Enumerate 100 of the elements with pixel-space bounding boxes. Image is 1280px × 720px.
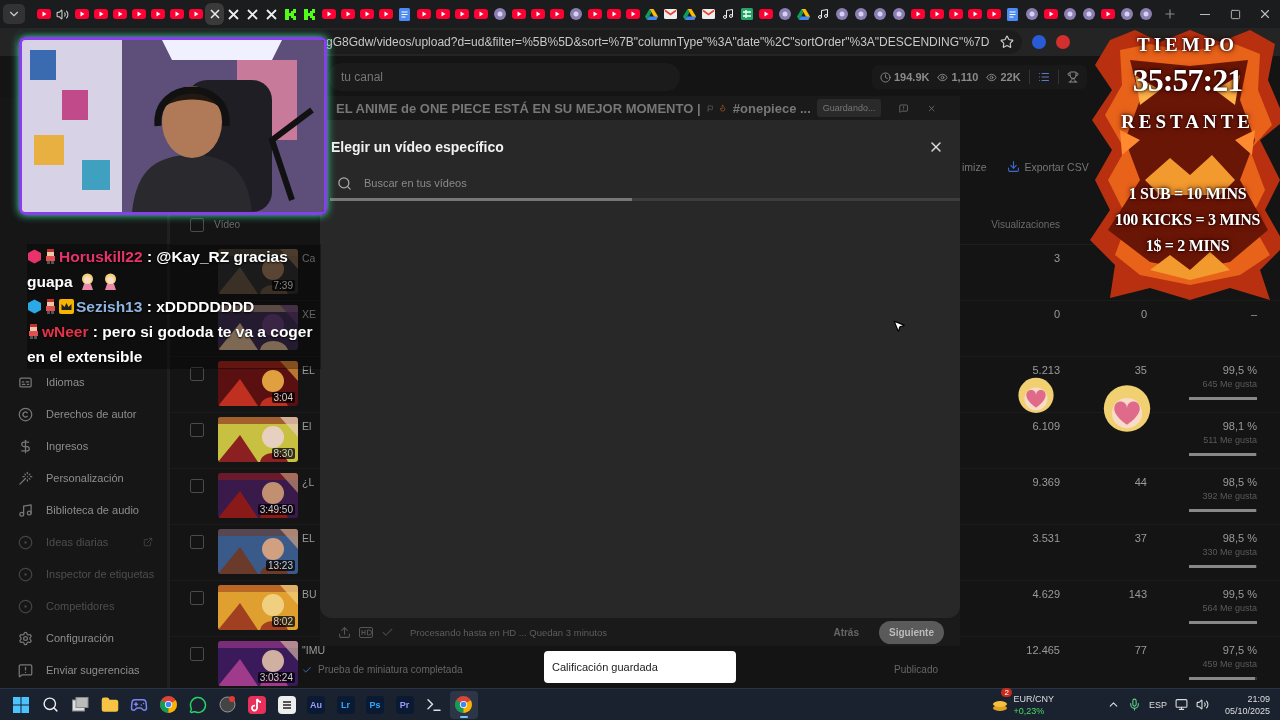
magic-wand-icon [18,470,33,486]
taskbar-button[interactable] [449,690,478,719]
circle-icon [18,598,33,614]
play-icon [1100,9,1115,19]
checkbox[interactable] [190,367,204,381]
circle-logo-icon [873,8,886,20]
task-view-icon [71,697,89,712]
comments-value: 35 [1134,364,1147,376]
row-note: Prueba de miniatura completada [318,664,463,675]
play-icon [454,9,469,19]
visibility-status: Publicado [894,664,938,675]
clock-icon [880,71,891,83]
music-icon [18,502,33,518]
pixel-figure-icon [44,299,57,314]
comments-value: 44 [1134,476,1147,488]
video-duration: 13:23 [265,560,295,571]
likes-value: 98,1 % [1222,420,1257,432]
timer-rule: 1$ = 2 MINS [1145,236,1230,256]
play-icon [36,9,51,19]
play-icon [340,9,355,19]
checkbox[interactable] [190,647,204,661]
mail-icon [664,9,677,19]
play-icon [948,9,963,19]
checkbox[interactable] [190,217,204,232]
taskbar-button[interactable]: Au [302,690,330,719]
video-title: EL ANIME de ONE PIECE ESTÁ EN SU MEJOR MOMENTO | [336,100,701,116]
chat-bubble-icon [189,695,207,714]
sidebar-item[interactable]: Personalización [0,462,167,494]
app-label: Ps [366,695,384,714]
circle-logo-icon [892,8,905,20]
video-duration: 3:03:24 [257,672,295,683]
likes-count: 459 Me gusta [1202,659,1257,669]
checkbox[interactable] [190,591,204,605]
circle-logo-icon [1025,8,1038,20]
search-field[interactable]: tu canal [328,63,680,91]
play-icon [625,9,640,19]
views-value: 12.465 [1026,644,1060,656]
play-icon [986,9,1001,19]
extension-icon[interactable] [1032,35,1046,49]
next-button[interactable]: Siguiente [879,620,944,644]
extension-icon[interactable] [1056,35,1070,49]
restore-icon [1229,8,1241,20]
sidebar-item[interactable]: Ingresos [0,430,167,462]
plus-icon [1163,7,1177,21]
taskbar-button[interactable]: Ps [361,690,389,719]
comments-value: 37 [1134,532,1147,544]
volume-icon [1195,698,1209,711]
likes-count: 564 Me gusta [1202,603,1257,613]
views-value: 6.109 [1032,420,1060,432]
widget-title: EUR/CNY [1013,692,1054,705]
check-icon [302,664,312,675]
dollar-icon [18,438,33,454]
play-icon [910,9,925,19]
likes-value: 97,5 % [1222,644,1257,656]
feedback-icon [18,662,33,678]
checkbox[interactable] [190,535,204,549]
close-icon [209,9,220,19]
search-field[interactable]: Buscar en tus vídeos [362,176,944,190]
play-icon [150,9,165,19]
sidebar-item[interactable]: Biblioteca de audio [0,494,167,526]
comments-value: 0 [1140,308,1147,320]
checkbox[interactable] [190,423,204,437]
stat-value: 22K [1000,71,1021,83]
x-logo-icon [247,8,258,20]
play-icon [606,9,621,19]
back-button[interactable]: Atrás [823,620,869,644]
triangle-logo-icon [683,8,696,20]
upload-icon [338,625,351,639]
network-icon [1174,698,1188,711]
windows-logo-icon [13,696,29,713]
sidebar-item[interactable]: Configuración [0,622,167,654]
play-icon [359,9,374,19]
video-duration: 8:02 [271,616,295,627]
sidebar-item[interactable]: Idiomas [0,366,167,398]
music-note-icon [721,8,734,20]
column-header: Vídeo [214,219,242,230]
taskbar-button[interactable]: Pr [390,690,419,719]
taskbar-button[interactable]: Lr [331,690,360,719]
app-icon [277,695,296,714]
music-note-icon [248,695,266,714]
chat-username: Sezish13 [76,298,143,315]
browser-tab[interactable] [205,3,224,25]
status-chip: Guardando... [816,99,882,117]
timer-label: RESTANTE [1121,111,1254,133]
video-title: BU [302,588,318,600]
sidebar-item[interactable]: Derechos de autor [0,398,167,430]
play-icon [131,9,146,19]
video-title: XE [302,308,317,320]
sidebar-item[interactable]: Enviar sugerencias [0,654,167,686]
tab-list-button[interactable] [3,4,25,24]
square-logo-icon [285,8,296,20]
toast-notification: Calificación guardada [544,651,736,683]
export-button[interactable]: Exportar CSV [1006,160,1089,173]
video-duration: 3:04 [271,392,295,403]
square-logo-icon [304,8,315,20]
checkbox[interactable] [190,479,204,493]
new-tab-button[interactable] [1163,7,1177,21]
circle-logo-icon [1120,8,1133,20]
circle-icon [18,534,33,550]
play-icon [929,9,944,19]
